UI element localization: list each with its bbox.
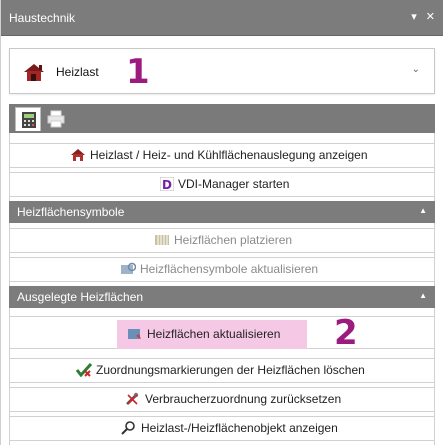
update-symbols-button[interactable]: Heizflächensymbole aktualisieren <box>9 257 435 282</box>
show-object-label: Heizlast-/Heizflächenobjekt anzeigen <box>141 421 338 435</box>
tab-printer[interactable] <box>43 107 69 131</box>
printer-icon <box>47 110 65 128</box>
show-heating-object-button[interactable]: Heizlast-/Heizflächenobjekt anzeigen <box>9 416 435 441</box>
place-heating-surfaces-button[interactable]: Heizflächen platzieren <box>9 228 435 253</box>
reset-consumer-assignment-button[interactable]: Verbraucherzuordnung zurücksetzen <box>9 387 435 412</box>
update-heating-surfaces-button[interactable]: Heizflächen aktualisieren <box>117 320 307 349</box>
tab-calculator[interactable] <box>15 107 41 131</box>
refresh-radiator-icon <box>121 262 137 274</box>
svg-text:D: D <box>162 178 172 191</box>
chevron-down-icon: ⌄ <box>411 64 420 75</box>
section-title: Heizflächensymbole <box>17 205 125 219</box>
update-symbols-label: Heizflächensymbole aktualisieren <box>140 262 319 276</box>
callout-number-1: 1 <box>126 52 150 92</box>
radiator-icon <box>155 234 169 245</box>
collapse-caret-icon: ▲ <box>419 291 427 300</box>
update-radiator-icon <box>128 328 141 339</box>
reset-assignment-label: Verbraucherzuordnung zurücksetzen <box>145 392 342 406</box>
delete-markers-label: Zuordnungsmarkierungen der Heizflächen l… <box>96 363 365 377</box>
magnifier-icon <box>121 421 135 435</box>
panel-controls[interactable]: ▾ ✕ <box>411 10 438 23</box>
calculator-icon <box>22 112 36 128</box>
ribbon-tabbar <box>9 104 435 133</box>
panel-title: Haustechnik <box>9 11 76 25</box>
show-heating-label: Heizlast / Heiz- und Kühlflächenauslegun… <box>90 148 368 162</box>
reset-tools-icon <box>126 392 139 405</box>
section-title: Ausgelegte Heizflächen <box>17 290 144 304</box>
section-heizflaechensymbole[interactable]: Heizflächensymbole ▲ <box>9 201 435 223</box>
vdi-d-icon: D <box>159 176 175 192</box>
callout-number-2: 2 <box>334 313 358 353</box>
delete-check-icon <box>75 362 93 378</box>
update-heating-label: Heizflächen aktualisieren <box>147 327 281 341</box>
collapse-caret-icon: ▲ <box>419 206 427 215</box>
panel-titlebar: Haustechnik ▾ ✕ <box>1 0 443 36</box>
dropdown-label: Heizlast <box>56 65 99 79</box>
vdi-manager-button[interactable]: D VDI-Manager starten <box>9 172 435 197</box>
section-ausgelegte-heizflaechen[interactable]: Ausgelegte Heizflächen ▲ <box>9 286 435 308</box>
place-label: Heizflächen platzieren <box>174 233 293 247</box>
house-view-icon <box>71 148 85 161</box>
module-dropdown[interactable]: Heizlast ⌄ <box>9 48 435 94</box>
show-heating-load-button[interactable]: Heizlast / Heiz- und Kühlflächenauslegun… <box>9 143 435 168</box>
vdi-manager-label: VDI-Manager starten <box>178 177 290 191</box>
house-icon <box>24 64 44 81</box>
delete-assignment-markers-button[interactable]: Zuordnungsmarkierungen der Heizflächen l… <box>9 358 435 383</box>
haustechnik-panel: Haustechnik ▾ ✕ Heizlast ⌄ 1 Heizlast / … <box>0 0 443 445</box>
